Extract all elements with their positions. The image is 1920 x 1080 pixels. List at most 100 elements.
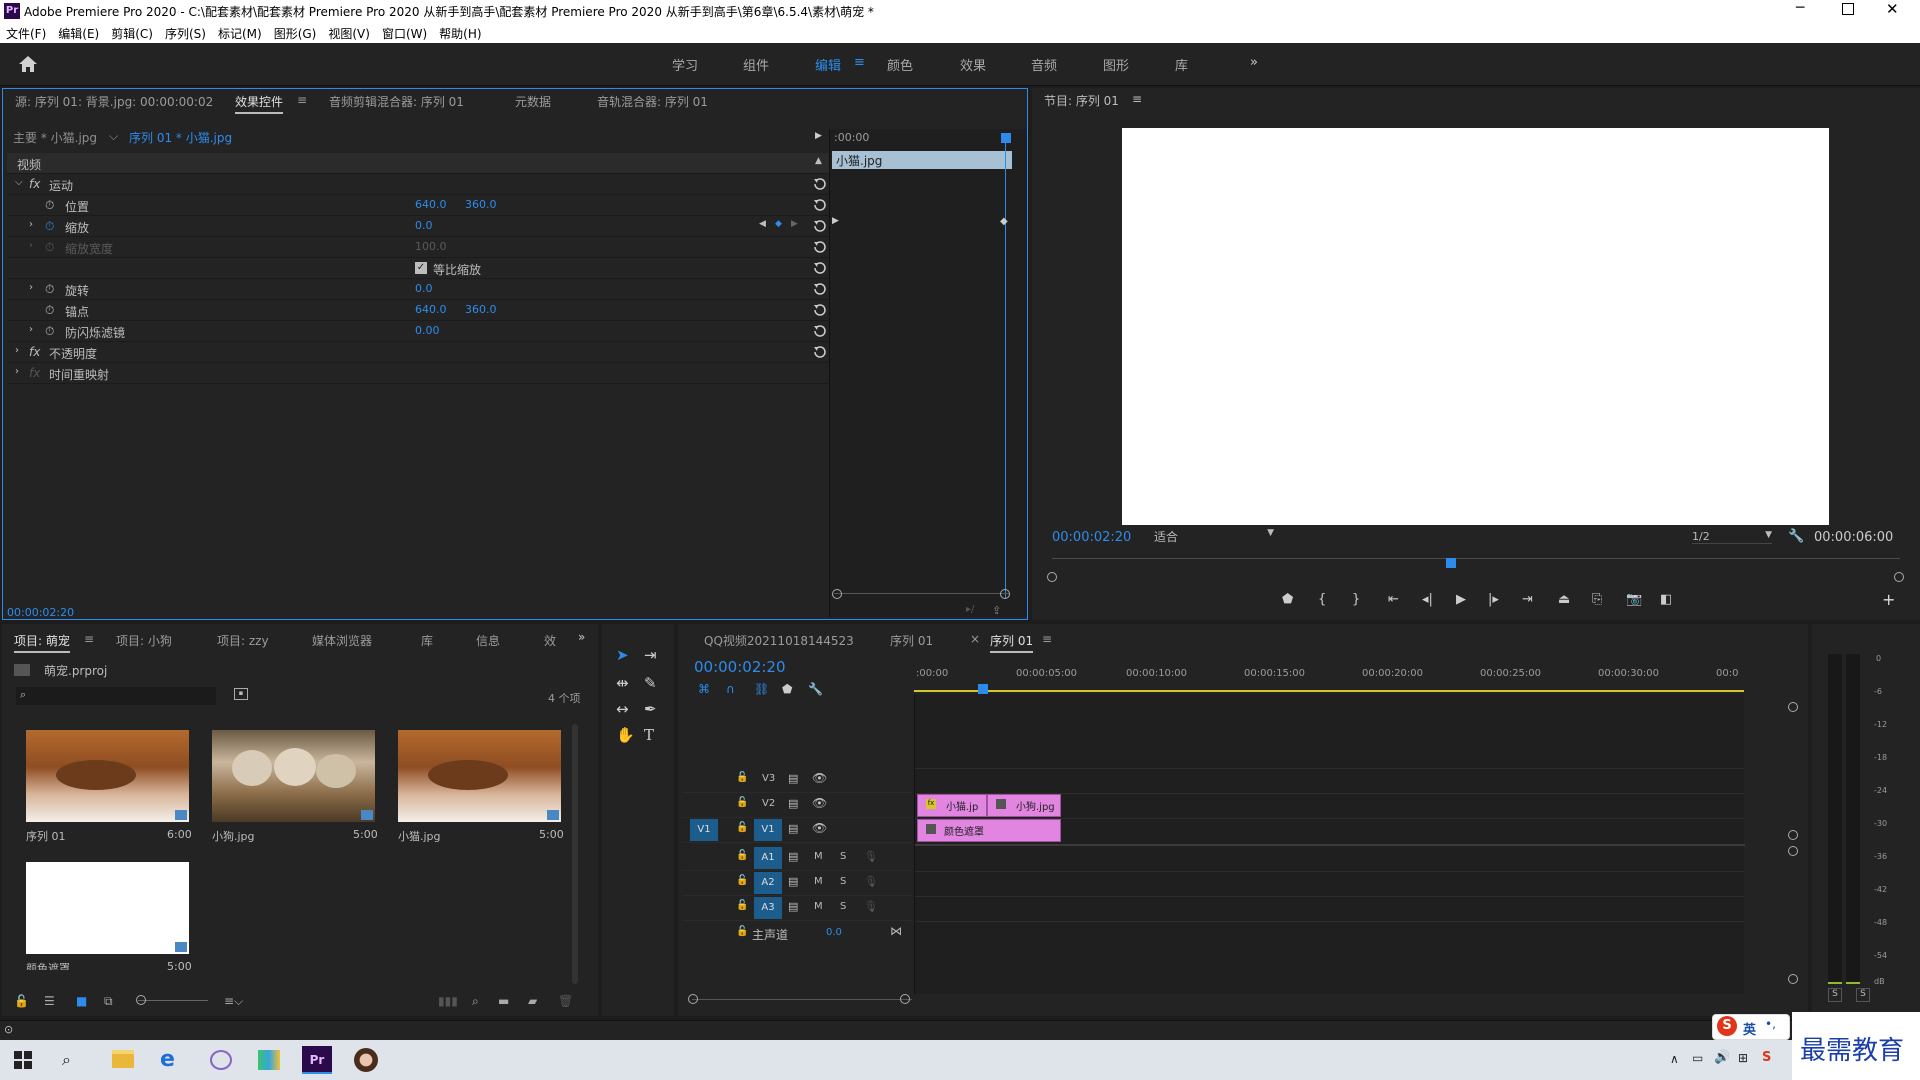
opacity-row[interactable]: › fx 不透明度 [7, 342, 829, 363]
tab-effect-controls[interactable]: 效果控件 [235, 93, 284, 114]
project-item-color-matte[interactable]: 颜色遮罩 5:00 [24, 860, 194, 970]
track-select-tool-icon[interactable]: ⇥ [644, 646, 657, 664]
lock-icon[interactable]: 🔓 [14, 994, 29, 1008]
avatar[interactable] [354, 1048, 378, 1072]
menu-marker[interactable]: 标记(M) [212, 22, 268, 42]
fit-select[interactable]: 适合 ▼ [1154, 528, 1274, 544]
reset-icon[interactable] [813, 324, 827, 338]
resolution-select[interactable]: 1/2 ▼ [1692, 530, 1772, 544]
project-menu-icon[interactable]: ≡ [84, 632, 94, 646]
play-only-icon[interactable]: ▶ [815, 131, 822, 141]
razor-tool-icon[interactable]: ✎ [644, 674, 657, 692]
close-button[interactable]: ✕ [1886, 0, 1899, 18]
zoom-handle[interactable] [136, 995, 146, 1005]
more-tabs-icon[interactable]: » [578, 630, 585, 644]
add-keyframe-icon[interactable]: ◆ [775, 219, 782, 229]
workspace-more-icon[interactable]: » [1250, 55, 1258, 70]
reset-icon[interactable] [813, 261, 827, 275]
filter-icon[interactable]: ▸/ [966, 604, 974, 615]
menu-graphics[interactable]: 图形(G) [268, 22, 323, 42]
timeline-ruler[interactable]: :00:00 00:00:05:00 00:00:10:00 00:00:15:… [914, 654, 1744, 692]
stopwatch-icon[interactable]: ⏱ [45, 219, 54, 234]
track-label[interactable]: V3 [762, 773, 775, 784]
position-row[interactable]: ⏱ 位置 640.0 360.0 [7, 195, 829, 216]
trash-icon[interactable]: 🗑 [558, 994, 573, 1008]
solo-button[interactable]: S [840, 851, 846, 862]
premiere-taskbar-icon[interactable]: Pr [302, 1046, 332, 1074]
tab-sequence-01-a[interactable]: 序列 01 [890, 632, 933, 649]
sequence-clip-label[interactable]: 序列 01 * 小猫.jpg [129, 129, 232, 146]
list-view-icon[interactable]: ☰ [44, 994, 55, 1008]
eye-icon[interactable]: 👁 [812, 796, 827, 810]
zoom-slider[interactable] [138, 1000, 208, 1001]
fx-badge-icon[interactable]: fx [29, 177, 40, 191]
scroll-handle-right[interactable] [1894, 572, 1904, 582]
master-volume-value[interactable]: 0.0 [826, 927, 842, 938]
export-icon[interactable]: ⇪ [992, 604, 1001, 617]
flicker-value[interactable]: 0.00 [415, 324, 440, 337]
tab-media-browser[interactable]: 媒体浏览器 [312, 632, 372, 649]
tab-info[interactable]: 信息 [476, 632, 500, 649]
reset-icon[interactable] [813, 177, 827, 191]
program-menu-icon[interactable]: ≡ [1132, 92, 1142, 106]
track-v3-header[interactable]: 🔓 V3 ▤ 👁 [682, 768, 912, 793]
solo-button[interactable]: S [840, 876, 846, 887]
new-bin-icon[interactable]: ▬ [498, 994, 509, 1008]
track-label[interactable]: A1 [754, 847, 782, 869]
windows-start-icon[interactable] [14, 1051, 32, 1069]
scale-value[interactable]: 0.0 [415, 219, 433, 232]
home-icon[interactable] [18, 55, 38, 73]
selection-tool-icon[interactable]: ➤ [616, 646, 629, 664]
tray-up-arrow-icon[interactable]: ∧ [1670, 1052, 1679, 1066]
sort-icon[interactable]: ≡⌵ [224, 994, 243, 1009]
tab-sequence-01-b[interactable]: 序列 01 [990, 632, 1034, 653]
reset-icon[interactable] [813, 282, 827, 296]
photos-app-icon[interactable] [258, 1050, 280, 1070]
anchor-y-value[interactable]: 360.0 [465, 303, 497, 316]
eye-icon[interactable]: 👁 [812, 821, 827, 835]
mute-button[interactable]: M [814, 901, 823, 912]
timeline-settings-icon[interactable]: 🔧 [808, 682, 823, 696]
lock-icon[interactable]: 🔓 [736, 822, 748, 833]
timeline-vertical-scroll-mid[interactable] [1788, 830, 1798, 840]
project-search-input[interactable]: ⌕ [16, 687, 216, 705]
lock-icon[interactable]: 🔓 [736, 772, 748, 783]
tab-libraries[interactable]: 库 [421, 632, 433, 649]
mark-out-icon[interactable]: } [1352, 592, 1360, 607]
uniform-scale-checkbox[interactable]: ✓ [415, 262, 427, 274]
microphone-icon[interactable]: 🎙 [864, 875, 878, 888]
ime-floating-bar[interactable]: S 英 •, [1712, 1014, 1790, 1040]
tab-metadata[interactable]: 元数据 [515, 93, 551, 110]
workspace-menu-icon[interactable]: ≡ [854, 55, 865, 70]
workspace-effects[interactable]: 效果 [960, 55, 986, 74]
track-v1-header[interactable]: V1 🔓 V1 ▤ 👁 [682, 818, 912, 843]
sync-lock-icon[interactable]: ▤ [788, 850, 798, 863]
hand-tool-icon[interactable]: ✋ [616, 726, 635, 744]
reset-icon[interactable] [813, 345, 827, 359]
menu-file[interactable]: 文件(F) [0, 22, 52, 42]
add-marker-icon[interactable]: ⬟ [782, 682, 792, 696]
mini-playhead[interactable] [1001, 133, 1011, 143]
mark-in-icon[interactable]: { [1318, 592, 1326, 607]
chevron-down-icon[interactable]: ⌵ [109, 129, 118, 144]
mute-button[interactable]: M [814, 851, 823, 862]
master-options-icon[interactable]: ⋈ [890, 924, 902, 938]
keyframe-nav-icon[interactable]: ▶ [832, 216, 839, 226]
expand-icon[interactable]: › [15, 366, 19, 377]
timeline-horizontal-scrollbar[interactable] [692, 999, 912, 1000]
clip-puppy[interactable]: 小狗.jpg [987, 794, 1061, 817]
meter-solo-right[interactable]: S [1856, 988, 1870, 1002]
freeform-view-icon[interactable]: ⧉ [104, 994, 113, 1009]
anchor-row[interactable]: ⏱ 锚点 640.0 360.0 [7, 300, 829, 321]
sogou-tray-icon[interactable]: S [1762, 1050, 1771, 1065]
timeline-vertical-scroll-top[interactable] [1788, 702, 1798, 712]
new-item-icon[interactable]: ▰ [528, 994, 537, 1008]
clip-kitten[interactable]: fx 小猫.jp [917, 794, 987, 817]
source-patch-v1[interactable]: V1 [690, 819, 718, 841]
solo-button[interactable]: S [840, 901, 846, 912]
expand-icon[interactable]: › [29, 324, 33, 335]
menu-window[interactable]: 窗口(W) [376, 22, 433, 42]
fx-badge-icon[interactable]: fx [29, 345, 40, 359]
kitten-thumbnail[interactable] [398, 730, 561, 822]
linked-selection-icon[interactable]: ⛓ [754, 682, 769, 696]
